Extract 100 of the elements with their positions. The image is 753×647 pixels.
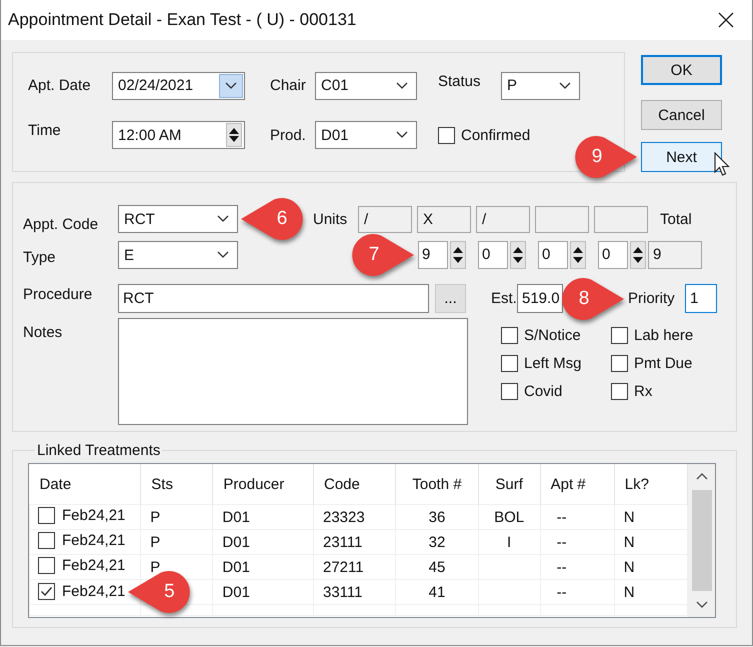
priority-field[interactable]: 1 xyxy=(685,284,717,313)
spin-button[interactable] xyxy=(570,241,586,269)
table-cell: 33111 xyxy=(323,584,362,600)
callout-marker: 5 xyxy=(127,568,192,614)
unit-code-field[interactable]: X xyxy=(417,206,471,232)
unit-code-field[interactable]: / xyxy=(476,206,530,232)
unit-code-field[interactable]: / xyxy=(358,206,412,232)
spin-button[interactable] xyxy=(510,241,526,269)
caret-up-icon xyxy=(696,472,708,480)
producer-dropdown[interactable]: D01 xyxy=(315,121,417,149)
table-cell: Feb24,21 xyxy=(62,532,126,548)
unit-count-field[interactable]: 0 xyxy=(538,241,568,269)
checkbox[interactable] xyxy=(611,327,628,344)
field-label: Prod. xyxy=(270,126,307,144)
window-title: Appointment Detail - Exan Test - ( U) - 000131 xyxy=(8,10,356,30)
close-icon[interactable] xyxy=(718,12,734,28)
caret-down-icon xyxy=(696,601,708,609)
callout-marker: 9 xyxy=(574,134,638,180)
unit-count-field[interactable]: 0 xyxy=(598,241,628,269)
spin-button[interactable] xyxy=(450,241,466,269)
spin-button[interactable] xyxy=(226,123,242,147)
total-field: 9 xyxy=(648,241,702,269)
check-icon xyxy=(40,586,53,597)
chevron-icon xyxy=(396,131,408,139)
chevron-icon xyxy=(217,215,229,223)
checkbox[interactable] xyxy=(501,383,518,400)
estimate-field[interactable]: 519.0 xyxy=(517,284,563,313)
dialog-button[interactable]: Next xyxy=(641,142,722,172)
checkbox[interactable] xyxy=(38,583,55,600)
column-header[interactable]: Producer xyxy=(212,464,314,504)
table-cell: P xyxy=(150,534,160,550)
table-cell: 41 xyxy=(428,584,446,600)
field-label: Total xyxy=(660,210,692,228)
unit-count-field[interactable]: 0 xyxy=(478,241,508,269)
table-cell: 23111 xyxy=(323,534,362,550)
table-cell: D01 xyxy=(222,508,250,526)
unit-code-field[interactable] xyxy=(535,206,589,232)
cursor-icon xyxy=(714,152,732,178)
scrollbar[interactable] xyxy=(688,464,715,617)
dialog-button[interactable]: OK xyxy=(641,55,722,85)
field-label: Status xyxy=(438,73,482,90)
table-cell: P xyxy=(150,508,160,526)
chair-dropdown[interactable]: C01 xyxy=(315,72,417,100)
field-label: Apt. Date xyxy=(28,77,92,94)
table-cell: N xyxy=(624,534,635,550)
checkbox[interactable] xyxy=(38,532,55,548)
field-label: Notes xyxy=(23,324,64,341)
notes-field[interactable] xyxy=(118,318,468,425)
checkbox[interactable] xyxy=(611,355,628,372)
table-cell: -- xyxy=(556,558,567,576)
table-cell: D01 xyxy=(222,584,250,600)
field-label: Type xyxy=(23,248,57,266)
dialog-button[interactable]: Cancel xyxy=(641,100,722,130)
procedure-field[interactable]: RCT xyxy=(118,284,429,313)
checkbox[interactable] xyxy=(438,126,455,144)
column-header[interactable]: Apt # xyxy=(540,464,614,504)
type-dropdown[interactable]: E xyxy=(118,241,238,269)
field-label: Procedure xyxy=(23,286,94,303)
chevron-icon xyxy=(396,82,408,90)
checkbox-label: S/Notice xyxy=(524,327,581,344)
callout-marker: 6 xyxy=(240,196,304,242)
unit-code-field[interactable] xyxy=(594,206,648,232)
field-label: Time xyxy=(28,122,62,138)
checkbox[interactable] xyxy=(611,383,628,400)
unit-count-field[interactable]: 9 xyxy=(418,241,448,269)
field-label: Units xyxy=(313,210,348,228)
checkbox-label: Left Msg xyxy=(524,355,582,372)
status-dropdown[interactable]: P xyxy=(501,72,580,100)
table-cell: N xyxy=(624,584,635,600)
checkbox[interactable] xyxy=(38,506,55,524)
date-picker[interactable]: 02/24/2021 xyxy=(112,72,245,100)
table-cell: N xyxy=(624,508,635,526)
field-label: Priority xyxy=(628,290,676,307)
checkbox[interactable] xyxy=(38,556,55,574)
callout-marker: 8 xyxy=(561,276,625,322)
spin-button[interactable] xyxy=(630,241,646,269)
checkbox-label: Covid xyxy=(524,383,562,400)
checkbox[interactable] xyxy=(501,355,518,372)
table-cell: D01 xyxy=(222,534,250,550)
appt-code-dropdown[interactable]: RCT xyxy=(118,205,238,233)
chevron-icon xyxy=(217,251,229,259)
column-header[interactable]: Surf xyxy=(478,464,540,504)
column-header[interactable]: Tooth # xyxy=(396,464,478,504)
checkbox[interactable] xyxy=(501,327,518,344)
table-cell: 36 xyxy=(428,508,446,526)
table-cell: N xyxy=(624,558,635,576)
browse-button[interactable]: ... xyxy=(435,284,466,313)
table-cell: Feb24,21 xyxy=(62,506,126,524)
time-field[interactable]: 12:00 AM xyxy=(112,121,245,149)
column-header[interactable]: Date xyxy=(30,464,141,504)
field-label: Est. xyxy=(491,290,517,307)
checkbox-label: Rx xyxy=(634,383,652,400)
column-header[interactable]: Code xyxy=(314,464,396,504)
table-cell: -- xyxy=(556,584,567,600)
column-header[interactable]: Sts xyxy=(140,464,213,504)
table-cell: 45 xyxy=(428,558,446,576)
chevron-icon xyxy=(559,82,571,90)
field-label: Chair xyxy=(270,77,307,94)
callout-marker: 7 xyxy=(351,232,415,278)
field-label: Appt. Code xyxy=(23,216,100,232)
